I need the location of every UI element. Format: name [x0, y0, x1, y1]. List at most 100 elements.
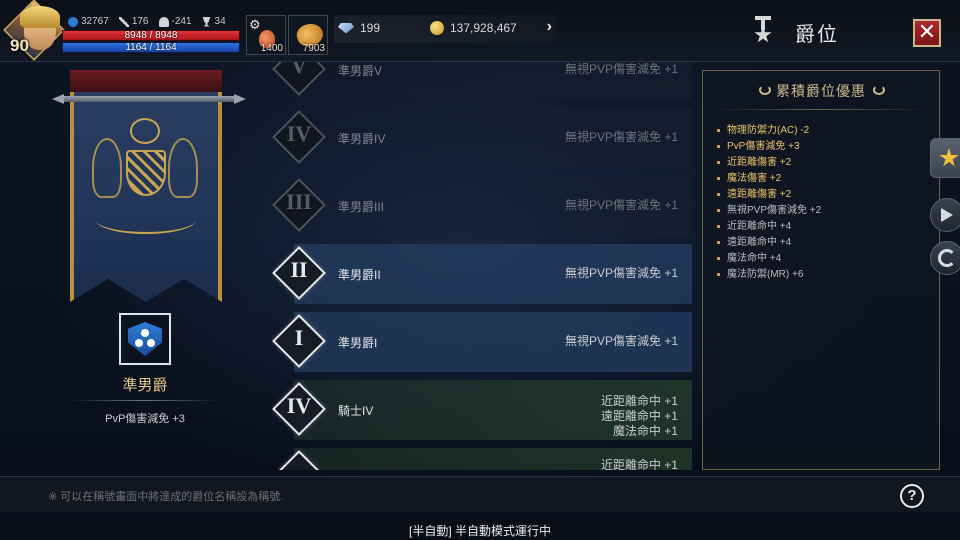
- hp-bar: 8948 / 8948: [62, 30, 240, 41]
- perk-item: 遠距離傷害 +2: [715, 187, 821, 203]
- rank-title: 準男爵III: [338, 200, 385, 214]
- rank-numeral: V: [291, 62, 307, 78]
- swirl-button[interactable]: [930, 241, 960, 275]
- rank-numeral: IV: [286, 393, 312, 418]
- rank-effect: 無視PVP傷害減免 +1: [564, 198, 678, 212]
- rank-row[interactable]: I 準男爵I 無視PVP傷害減免 +1: [272, 310, 692, 374]
- perk-item: 魔法傷害 +2: [715, 171, 821, 187]
- rank-effect: 無視PVP傷害減免 +1: [564, 334, 678, 348]
- helmet-icon: [158, 16, 169, 27]
- accumulated-benefits-panel: 累積爵位優惠 物理防禦力(AC) -2 PvP傷害減免 +3 近距離傷害 +2 …: [702, 70, 940, 470]
- top-hud: 90 32767 176 -241 34 8948 / 8948 1164 / …: [0, 0, 960, 62]
- help-button[interactable]: ?: [900, 484, 924, 508]
- gold-value: 137,928,467: [450, 21, 517, 35]
- stat-power: 32767: [68, 16, 109, 27]
- food-count: 7903: [302, 43, 325, 54]
- rank-title: 準男爵V: [338, 64, 383, 78]
- perk-item: 魔法命中 +4: [715, 251, 821, 267]
- stag-emblem-right: [168, 138, 198, 198]
- gem-icon: [338, 22, 354, 34]
- stat-defense: -241: [158, 16, 192, 27]
- rank-dot: [135, 339, 143, 347]
- page-title: 爵位: [795, 24, 839, 46]
- gem-amount: 199: [338, 21, 380, 35]
- rank-dot: [147, 339, 155, 347]
- current-rank-bonus: PvP傷害減免 +3: [105, 413, 185, 425]
- currency-bar: 199 137,928,467 ›: [334, 15, 556, 43]
- play-button[interactable]: [930, 198, 960, 232]
- rank-title: 準男爵II: [338, 268, 381, 282]
- rank-list[interactable]: V 準男爵V 無視PVP傷害減免 +1 IV 準男爵IV 無視PVP傷害減免 +…: [272, 62, 692, 470]
- medal-star: [754, 26, 772, 43]
- rank-row[interactable]: V 準男爵V 無視PVP傷害減免 +1: [272, 62, 692, 102]
- rank-numeral: III: [286, 189, 312, 214]
- panel-title: 累積爵位優惠: [776, 83, 866, 99]
- rank-title: 騎士IV: [338, 404, 374, 418]
- play-icon: [941, 208, 953, 222]
- perk-item: 魔法防禦(MR) +6: [715, 267, 821, 283]
- gold-coin-icon: [430, 21, 444, 35]
- stat-power-value: 32767: [81, 16, 109, 27]
- gold-amount: 137,928,467: [430, 21, 517, 35]
- rank-effects: 近距離命中 +1 遠距離命中 +1 魔法命中 +1: [601, 394, 678, 439]
- rank-row[interactable]: IV 騎士IV 近距離命中 +1 遠距離命中 +1 魔法命中 +1: [272, 378, 692, 442]
- quick-slot-potion[interactable]: ⚙ 1400: [246, 15, 286, 55]
- rank-row[interactable]: III 準男爵III 無視PVP傷害減免 +1: [272, 174, 692, 238]
- chevron-right-icon[interactable]: ›: [547, 18, 552, 36]
- avatar-hair: [20, 6, 60, 28]
- banner-pole: [62, 96, 236, 102]
- perk-item: 無視PVP傷害減免 +2: [715, 203, 821, 219]
- footer-note: ※ 可以在稱號畫面中將達成的爵位名稱設為稱號.: [48, 491, 284, 503]
- rank-title: 準男爵I: [338, 336, 378, 350]
- medal-icon: [752, 14, 774, 46]
- swirl-icon: [938, 249, 956, 267]
- potion-count: 1400: [260, 43, 283, 54]
- crest-shield: [126, 150, 166, 196]
- player-stats: 32767 176 -241 34: [68, 16, 226, 27]
- rank-effect: 近距離命中 +1: [600, 394, 678, 408]
- mp-text: 1164 / 1164: [125, 42, 177, 53]
- mp-bar: 1164 / 1164: [62, 42, 240, 53]
- rank-effect: 遠距離命中 +1: [600, 409, 678, 423]
- gear-icon[interactable]: ⚙: [249, 17, 261, 33]
- power-icon: [68, 16, 78, 27]
- rank-numeral: IV: [286, 121, 312, 146]
- rank-emblem-icon: [119, 313, 171, 365]
- perk-item: 近距離傷害 +2: [715, 155, 821, 171]
- close-button[interactable]: ✕: [913, 19, 941, 47]
- star-icon: [939, 148, 959, 167]
- banner-flourish: [96, 206, 196, 234]
- trophy-icon: [202, 16, 211, 27]
- stag-emblem-left: [92, 138, 122, 198]
- crown-emblem: [130, 118, 160, 144]
- perk-list: 物理防禦力(AC) -2 PvP傷害減免 +3 近距離傷害 +2 魔法傷害 +2…: [715, 123, 821, 283]
- stat-trophy: 34: [202, 16, 226, 27]
- perk-item: PvP傷害減免 +3: [715, 139, 821, 155]
- banner-top: [70, 70, 222, 92]
- rank-effect: 無視PVP傷害減免 +1: [564, 130, 678, 144]
- divider: [70, 400, 220, 401]
- stat-defense-value: -241: [171, 16, 192, 27]
- quick-slot-food[interactable]: 7903: [288, 15, 328, 55]
- rank-dot: [141, 329, 149, 337]
- perk-item: 遠距離命中 +4: [715, 235, 821, 251]
- auto-mode-status: [半自動] 半自動模式運行中: [408, 524, 551, 538]
- rank-row[interactable]: IV 準男爵IV 無視PVP傷害減免 +1: [272, 106, 692, 170]
- stat-attack-value: 176: [131, 16, 149, 27]
- divider: [713, 109, 929, 110]
- stat-trophy-value: 34: [214, 16, 226, 27]
- favorite-button[interactable]: [930, 138, 960, 178]
- sword-icon: [118, 16, 129, 27]
- perk-item: 物理防禦力(AC) -2: [715, 123, 821, 139]
- rank-title: 準男爵IV: [338, 132, 386, 146]
- perk-item: 近距離命中 +4: [715, 219, 821, 235]
- rank-row[interactable]: 近距離命中 +1: [272, 446, 692, 470]
- gem-value: 199: [360, 21, 381, 35]
- hp-text: 8948 / 8948: [124, 30, 178, 41]
- rank-numeral: II: [290, 257, 308, 282]
- current-rank-name: 準男爵: [122, 377, 168, 394]
- rank-row[interactable]: II 準男爵II 無視PVP傷害減免 +1: [272, 242, 692, 306]
- player-level: 90: [10, 36, 29, 55]
- stat-attack: 176: [118, 16, 149, 27]
- rank-effect: 近距離命中 +1: [600, 458, 678, 470]
